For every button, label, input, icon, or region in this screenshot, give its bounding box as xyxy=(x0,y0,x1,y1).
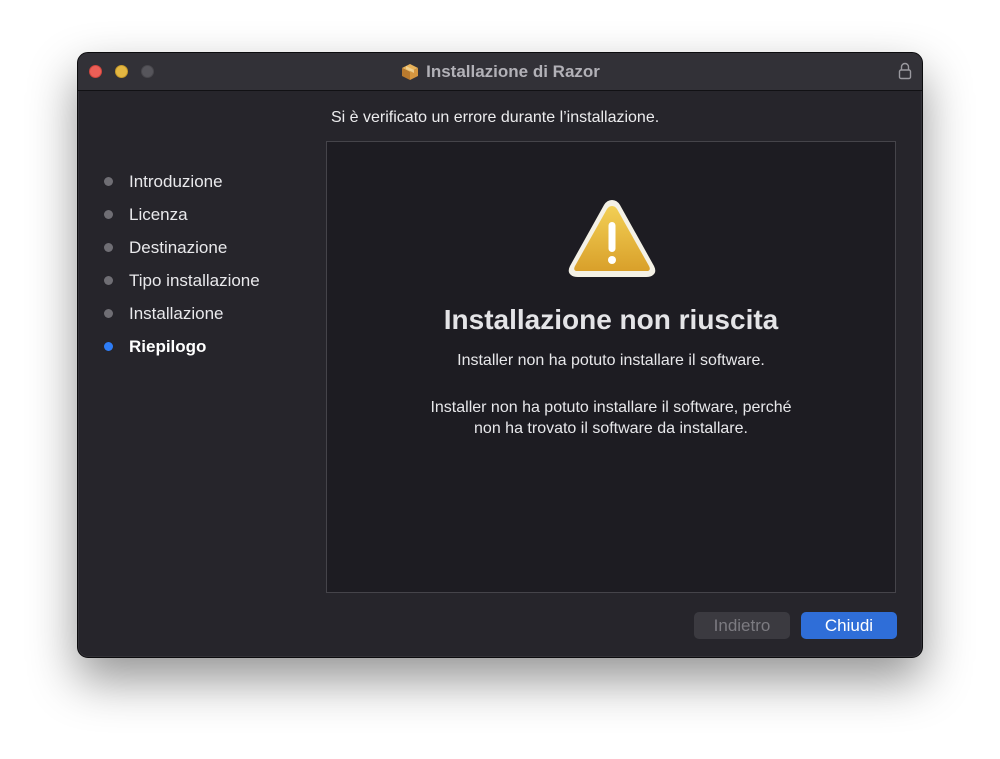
sidebar-item-label: Destinazione xyxy=(129,237,228,257)
sidebar-item-label: Installazione xyxy=(129,303,224,323)
package-icon xyxy=(402,64,419,80)
sidebar-item-tipo-installazione: Tipo installazione xyxy=(104,264,260,297)
lock-icon xyxy=(898,62,912,80)
summary-panel: Installazione non riuscita Installer non… xyxy=(326,141,896,593)
installer-window: Installazione di Razor Si è verificato u… xyxy=(77,52,923,658)
sidebar-item-label: Riepilogo xyxy=(129,336,207,356)
sidebar-item-label: Licenza xyxy=(129,204,188,224)
sidebar-item-destinazione: Destinazione xyxy=(104,231,260,264)
step-indicator-dot-active xyxy=(104,342,113,351)
sidebar-item-riepilogo: Riepilogo xyxy=(104,330,260,363)
sidebar-item-introduzione: Introduzione xyxy=(104,165,260,198)
window-title-group: Installazione di Razor xyxy=(78,53,922,91)
status-heading: Si è verificato un errore durante l’inst… xyxy=(331,109,660,126)
step-indicator-dot xyxy=(104,243,113,252)
title-bar: Installazione di Razor xyxy=(78,53,922,91)
failure-detail-line: Installer non ha potuto installare il so… xyxy=(430,399,792,416)
installer-steps-sidebar: Introduzione Licenza Destinazione Tipo i… xyxy=(104,165,260,363)
sidebar-item-licenza: Licenza xyxy=(104,198,260,231)
sidebar-item-label: Tipo installazione xyxy=(129,270,260,290)
step-indicator-dot xyxy=(104,177,113,186)
close-button[interactable]: Chiudi xyxy=(801,612,897,639)
warning-icon xyxy=(568,200,656,277)
step-indicator-dot xyxy=(104,210,113,219)
failure-subtitle: Installer non ha potuto installare il so… xyxy=(457,352,765,369)
window-title: Installazione di Razor xyxy=(426,62,600,81)
sidebar-item-installazione: Installazione xyxy=(104,297,260,330)
back-button: Indietro xyxy=(694,612,790,639)
step-indicator-dot xyxy=(104,276,113,285)
failure-detail-line: non ha trovato il software da installare… xyxy=(474,420,748,437)
step-indicator-dot xyxy=(104,309,113,318)
failure-title: Installazione non riuscita xyxy=(443,304,779,335)
sidebar-item-label: Introduzione xyxy=(129,171,223,191)
failure-detail: Installer non ha potuto installare il so… xyxy=(387,397,835,439)
